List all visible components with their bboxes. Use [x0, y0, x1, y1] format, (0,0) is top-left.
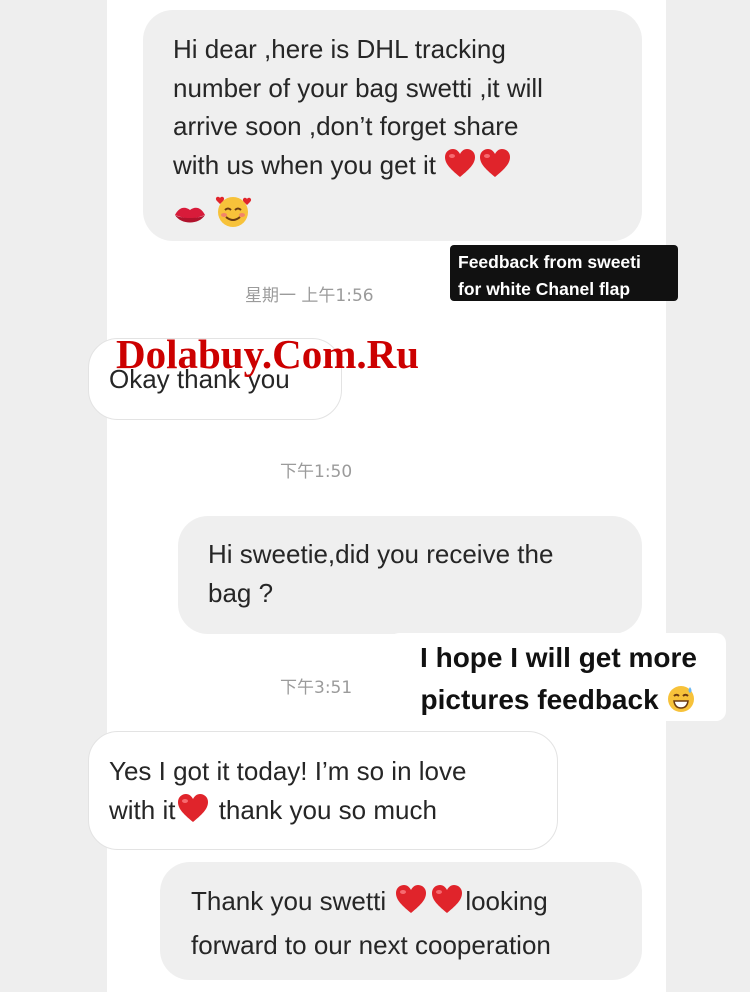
message-text-line: Yes I got it today! I’m so in love [109, 756, 467, 786]
kiss-lips-icon [173, 201, 207, 240]
feedback-caption-sticker: Feedback from sweeti for white Chanel fl… [450, 245, 678, 301]
message-text-line: forward to our next cooperation [191, 929, 551, 960]
sticker-line-text: pictures feedback [420, 684, 659, 715]
message-bubble-outgoing[interactable]: Thank you swetti looking forward to our … [160, 862, 642, 980]
message-text-line: with it thank you so much [109, 791, 547, 835]
message-text: with it [109, 794, 176, 825]
message-text-line: Thank you swetti looking [191, 882, 632, 926]
message-bubble-incoming[interactable]: Yes I got it today! I’m so in love with … [88, 731, 558, 850]
heart-emoji-icon [175, 792, 211, 835]
heart-emoji-icon [443, 147, 477, 190]
message-bubble-outgoing[interactable]: Hi sweetie,did you receive the bag ? [178, 516, 642, 634]
grinning-sweat-icon [666, 684, 696, 726]
message-bubble-outgoing[interactable]: Hi dear ,here is DHL tracking number of … [143, 10, 642, 241]
heart-emoji-icon [477, 147, 513, 190]
heart-emoji-icon [429, 883, 465, 926]
sticker-line: I hope I will get more [420, 642, 697, 673]
timestamp: 下午3:51 [280, 678, 353, 698]
watermark-text: Dolabuy.Com.Ru [116, 331, 420, 377]
message-text: Thank you swetti [191, 886, 394, 916]
heart-emoji-icon [393, 883, 429, 926]
message-text: Hi sweetie,did you receive the bag ? [208, 539, 554, 608]
message-text: thank you so much [211, 794, 437, 825]
smiling-face-with-hearts-icon [214, 193, 252, 240]
timestamp: 下午1:50 [280, 462, 353, 482]
timestamp: 星期一 上午1:56 [245, 286, 374, 306]
sticker-line: pictures feedback [401, 679, 716, 726]
hope-caption-sticker: I hope I will get more pictures feedback [389, 633, 726, 721]
message-text: looking [465, 886, 548, 916]
